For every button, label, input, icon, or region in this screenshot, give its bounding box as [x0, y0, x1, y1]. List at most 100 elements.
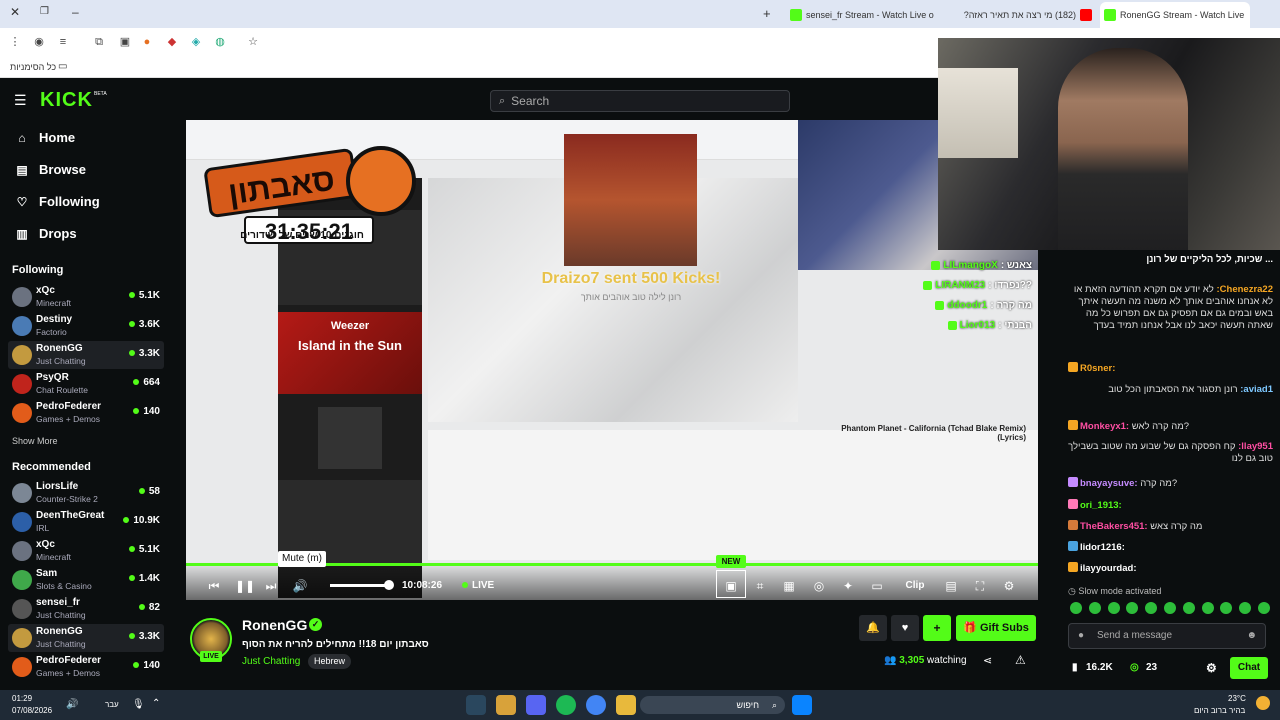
chrome-app-icon[interactable] [586, 695, 606, 715]
sidebar-channel[interactable]: DeenTheGreat IRL 10.9K [8, 508, 164, 536]
steam-app-icon[interactable] [466, 695, 486, 715]
weather-desc[interactable]: בהיר ברוב היום [1194, 706, 1245, 715]
nav-following[interactable]: ♡ Following [14, 194, 100, 209]
taskbar-search[interactable]: חיפוש ⌕ [640, 696, 785, 714]
sidebar-channel[interactable]: LiorsLife Counter-Strike 2 58 [8, 479, 164, 507]
rewind-icon[interactable]: ⏮ [206, 578, 222, 594]
emote-icon[interactable] [1239, 602, 1252, 614]
skip-forward-icon[interactable]: ⏭ [263, 578, 279, 594]
clock-time[interactable]: 01:29 [12, 694, 32, 703]
volume-icon[interactable]: 🔊 [292, 578, 308, 594]
sidebar-channel[interactable]: PedroFederer Games + Demos 140 [8, 399, 164, 427]
chat-username[interactable]: Monkeyx1: [1080, 421, 1129, 432]
app-icon[interactable] [496, 695, 516, 715]
sidebar-channel[interactable]: PedroFederer Games + Demos 140 [8, 653, 164, 681]
emote-icon[interactable] [1126, 602, 1139, 614]
sidebar-channel[interactable]: sensei_fr Just Chatting 82 [8, 595, 164, 623]
chat-send-button[interactable]: Chat [1230, 657, 1268, 679]
emoji-icon[interactable]: ☻ [1246, 624, 1257, 648]
sidebar-channel-active[interactable]: RonenGG Just Chatting 3.3K [8, 341, 164, 369]
bookmarks-folder-icon[interactable]: ▭ [58, 61, 67, 72]
target-icon[interactable]: ◎ [811, 578, 827, 594]
extension-icon[interactable]: ◆ [165, 35, 179, 49]
extension-icon[interactable]: ◈ [189, 35, 203, 49]
emote-icon[interactable] [1257, 602, 1270, 614]
extension-icon[interactable]: ● [140, 35, 154, 49]
minimize-icon[interactable]: – [72, 5, 79, 19]
chat-username[interactable]: Chenezra22: [1216, 284, 1273, 295]
chat-username[interactable]: R0sner: [1080, 363, 1115, 374]
chat-username[interactable]: ori_1913: [1080, 500, 1122, 511]
bookmark-star-icon[interactable]: ☆ [246, 35, 260, 49]
emote-icon[interactable] [1070, 602, 1082, 614]
theater-mode-icon[interactable]: ▤ [943, 578, 959, 594]
channel-name[interactable]: RonenGG [242, 617, 307, 633]
restore-icon[interactable]: ❐ [40, 6, 49, 17]
chat-username[interactable]: aviad1: [1240, 384, 1273, 395]
nav-drops[interactable]: ▥ Drops [14, 226, 76, 241]
input-language[interactable]: עבר [105, 700, 119, 709]
volume-slider-handle[interactable] [384, 580, 394, 590]
spotify-app-icon[interactable] [556, 695, 576, 715]
nav-home[interactable]: ⌂ Home [14, 130, 75, 145]
extension-icon[interactable]: ◉ [32, 35, 46, 49]
browser-tab[interactable]: (182) מי רצה את תאיר ראזה? [946, 4, 1096, 26]
emote-icon[interactable] [1182, 602, 1195, 614]
pip-icon[interactable]: ▭ [869, 578, 885, 594]
chat-username[interactable]: llay951: [1238, 441, 1273, 452]
sidebar-channel[interactable]: Sam Slots & Casino 1.4K [8, 566, 164, 594]
emote-icon[interactable] [1163, 602, 1176, 614]
volume-icon[interactable]: 🔊 [66, 699, 78, 710]
notification-bell-button[interactable]: 🔔 [859, 615, 887, 641]
settings-icon[interactable]: ⚙ [1001, 578, 1017, 594]
chat-username[interactable]: lidor1216: [1080, 542, 1125, 553]
hamburger-menu-icon[interactable]: ☰ [14, 92, 27, 109]
chat-username[interactable]: ilayyourdad: [1080, 563, 1137, 574]
browser-tab[interactable]: sensei_fr Stream - Watch Live o [786, 4, 946, 26]
chevron-up-icon[interactable]: ⌃ [152, 698, 160, 709]
chat-username[interactable]: bnayaysuve: [1080, 478, 1138, 489]
live-indicator[interactable]: LIVE [462, 578, 494, 594]
volume-slider[interactable] [330, 584, 390, 587]
show-more-link[interactable]: Show More [12, 436, 58, 446]
stream-category[interactable]: Just Chatting [242, 656, 300, 667]
windows-start-icon[interactable] [792, 695, 812, 715]
extension-icon[interactable]: ◍ [213, 35, 227, 49]
chat-username[interactable]: TheBakers451: [1080, 521, 1148, 532]
clock-date[interactable]: 07/08/2026 [12, 706, 52, 715]
pause-icon[interactable]: ❚❚ [235, 578, 255, 594]
sidebar-channel-active[interactable]: RonenGG Just Chatting 3.3K [8, 624, 164, 652]
emote-icon[interactable] [1201, 602, 1214, 614]
crop-icon[interactable]: ⌗ [752, 578, 768, 594]
fullscreen-icon[interactable]: ⛶ [972, 578, 988, 594]
settings-icon[interactable]: ⚙ [1206, 661, 1217, 675]
emote-icon[interactable] [1088, 602, 1101, 614]
gift-subs-button[interactable]: 🎁 Gift Subs [956, 615, 1036, 641]
report-icon[interactable]: ⚠ [1015, 653, 1026, 667]
sidebar-channel[interactable]: xQc Minecraft 5.1K [8, 537, 164, 565]
sparkle-icon[interactable]: ✦ [840, 578, 856, 594]
browser-tab-active[interactable]: RonenGG Stream - Watch Live [1100, 2, 1250, 28]
layout-icon[interactable]: ▦ [781, 578, 797, 594]
extension-icon[interactable]: ▣ [118, 35, 132, 49]
emote-icon[interactable] [1107, 602, 1120, 614]
kick-logo[interactable]: KICK [40, 89, 93, 112]
menu-dots-icon[interactable]: ⋮ [8, 35, 22, 49]
sidebar-channel[interactable]: Destiny Factorio 3.6K [8, 312, 164, 340]
follow-button[interactable]: ♥ [891, 615, 919, 641]
share-icon[interactable]: ⋖ [983, 654, 992, 667]
weather-temp[interactable]: 23°C [1228, 694, 1246, 703]
discord-app-icon[interactable] [526, 695, 546, 715]
emote-icon[interactable] [1145, 602, 1158, 614]
playlist-icon[interactable]: ≡ [56, 35, 70, 49]
video-player[interactable]: Weezer Island in the Sun סאבתון 31:35:21… [186, 120, 1038, 600]
subscribe-button[interactable]: + [923, 615, 951, 641]
puzzle-icon[interactable]: ⧉ [92, 35, 106, 49]
new-tab-icon[interactable]: + [763, 6, 771, 21]
emote-icon[interactable] [1220, 602, 1233, 614]
clip-button[interactable]: Clip [898, 578, 932, 594]
sidebar-channel[interactable]: PsyQR Chat Roulette 664 [8, 370, 164, 398]
microphone-icon[interactable]: 🎙 [132, 699, 145, 710]
search-input[interactable]: ⌕ Search [490, 90, 790, 112]
language-tag[interactable]: Hebrew [308, 654, 352, 669]
